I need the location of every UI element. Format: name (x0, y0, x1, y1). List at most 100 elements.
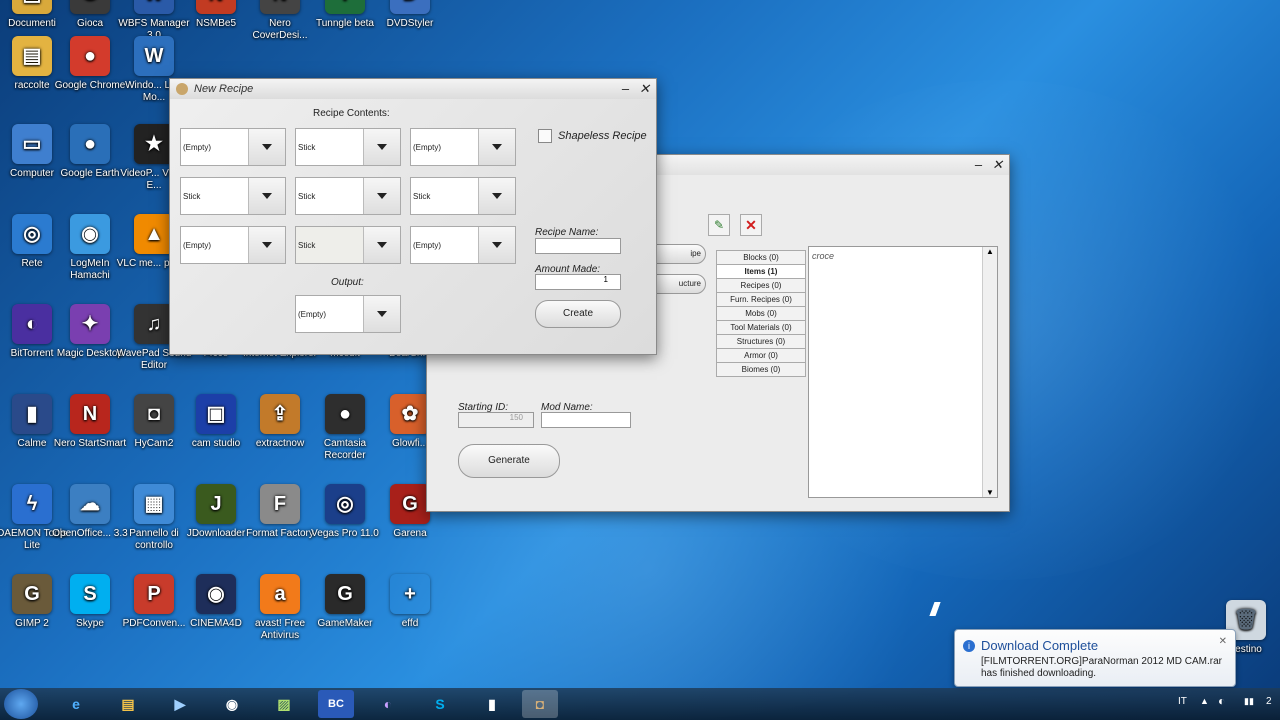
taskbar-bittorrent-icon[interactable]: ◐ (370, 690, 406, 718)
taskbar-app-icon[interactable]: ▮ (474, 690, 510, 718)
chevron-down-icon[interactable] (363, 227, 400, 263)
app-shortcut-icon: D (390, 0, 430, 14)
chevron-down-icon[interactable] (478, 178, 515, 214)
desktop-icon-label: raccolte (14, 80, 50, 91)
tab-armor[interactable]: Armor (0) (716, 348, 806, 362)
tray-up-icon[interactable]: ▲ (1200, 696, 1209, 706)
scroll-down-icon[interactable]: ▼ (983, 488, 997, 497)
desktop-icon-label: Pannello di controllo (129, 528, 179, 551)
taskbar-app-icon[interactable]: ▨ (266, 690, 302, 718)
taskbar-bc-icon[interactable]: BC (318, 690, 354, 718)
chevron-down-icon[interactable] (363, 296, 400, 332)
taskbar-explorer-icon[interactable]: ▤ (110, 690, 146, 718)
slot-value: (Empty) (413, 143, 441, 152)
taskbar-ie-icon[interactable]: e (58, 690, 94, 718)
tab-recipes[interactable]: Recipes (0) (716, 278, 806, 292)
taskbar-media-icon[interactable]: ▶ (162, 690, 198, 718)
grid-slot-7[interactable]: (Empty) (180, 226, 286, 264)
tab-mobs[interactable]: Mobs (0) (716, 306, 806, 320)
chevron-down-icon[interactable] (478, 129, 515, 165)
app-shortcut-icon: ● (70, 124, 110, 164)
notification-title: Download Complete (981, 638, 1099, 653)
recipe-name-label: Recipe Name: (535, 227, 599, 238)
chevron-down-icon[interactable] (363, 129, 400, 165)
taskbar-skype-icon[interactable]: S (422, 690, 458, 718)
chevron-down-icon[interactable] (248, 178, 285, 214)
chevron-down-icon[interactable] (248, 129, 285, 165)
grid-slot-9[interactable]: (Empty) (410, 226, 516, 264)
app-shortcut-icon: ◐ (12, 304, 52, 344)
taskbar-mcreator-icon[interactable]: ◘ (522, 690, 558, 718)
desktop-icon-label: Magic Desktop (56, 348, 124, 359)
output-slot[interactable]: (Empty) (295, 295, 401, 333)
desktop-icon-label: Rete (21, 258, 43, 269)
desktop-icon-label: LogMeIn Hamachi (70, 258, 110, 281)
desktop-icon-label: effd (401, 618, 419, 629)
download-notification[interactable]: i Download Complete ✕ [FILMTORRENT.ORG]P… (954, 629, 1236, 687)
items-list[interactable]: croce ▲ ▼ (808, 246, 998, 498)
grid-slot-4[interactable]: Stick (180, 177, 286, 215)
tab-tool-materials[interactable]: Tool Materials (0) (716, 320, 806, 334)
tab-furn-recipes[interactable]: Furn. Recipes (0) (716, 292, 806, 306)
taskbar-app-icon[interactable]: ◉ (214, 690, 250, 718)
minimize-button[interactable]: – (622, 81, 629, 97)
app-shortcut-icon: N (70, 394, 110, 434)
desktop-icon-label: Nero CoverDesi... (252, 18, 308, 41)
app-shortcut-icon: N (260, 0, 300, 14)
grid-slot-5[interactable]: Stick (295, 177, 401, 215)
desktop-icon-label: Google Chrome (54, 80, 126, 91)
edit-icon[interactable]: ✎ (708, 214, 730, 236)
recipe-contents-label: Recipe Contents: (313, 108, 390, 119)
tray-app-icon[interactable]: ◐ (1218, 694, 1225, 708)
desktop-icon-label: Skype (76, 618, 104, 629)
mod-name-field[interactable] (541, 412, 631, 428)
app-shortcut-icon: ◉ (70, 214, 110, 254)
desktop-icon-label: Documenti (8, 18, 56, 29)
desktop-icon-label: Glowfi... (391, 438, 429, 449)
start-button[interactable] (4, 689, 38, 719)
tab-blocks[interactable]: Blocks (0) (716, 250, 806, 264)
delete-icon[interactable]: ✕ (740, 214, 762, 236)
list-item[interactable]: croce (812, 251, 834, 261)
language-indicator[interactable]: IT (1178, 696, 1187, 707)
desktop-icon-label: HyCam2 (134, 438, 174, 449)
starting-id-field[interactable]: 150 (458, 412, 534, 428)
list-scrollbar[interactable]: ▲ ▼ (982, 247, 997, 497)
tab-structures[interactable]: Structures (0) (716, 334, 806, 348)
desktop-icon-label: Calme (17, 438, 47, 449)
desktop-icon-label: GIMP 2 (15, 618, 49, 629)
grid-slot-3[interactable]: (Empty) (410, 128, 516, 166)
app-shortcut-icon: a (260, 574, 300, 614)
chevron-down-icon[interactable] (363, 178, 400, 214)
chevron-down-icon[interactable] (478, 227, 515, 263)
desktop-icon-label: BitTorrent (10, 348, 54, 359)
shapeless-checkbox[interactable] (538, 129, 552, 143)
amount-stepper[interactable]: 1 (535, 274, 621, 290)
app-shortcut-icon: ▣ (196, 394, 236, 434)
app-shortcut-icon: W (134, 36, 174, 76)
grid-slot-6[interactable]: Stick (410, 177, 516, 215)
network-icon[interactable]: ▮▮ (1244, 696, 1254, 707)
tab-items[interactable]: Items (1) (716, 264, 806, 278)
grid-slot-8[interactable]: Stick (295, 226, 401, 264)
tab-biomes[interactable]: Biomes (0) (716, 362, 806, 377)
slot-value: Stick (413, 192, 431, 201)
generate-label: Generate (488, 455, 530, 466)
desktop-icon-label: extractnow (255, 438, 305, 449)
app-shortcut-icon: ◉ (196, 574, 236, 614)
grid-slot-1[interactable]: (Empty) (180, 128, 286, 166)
minimize-button[interactable]: – (975, 157, 982, 173)
create-button[interactable]: Create (535, 300, 621, 328)
scroll-up-icon[interactable]: ▲ (983, 247, 997, 256)
recipe-name-field[interactable] (535, 238, 621, 254)
desktop-icon-label: Vegas Pro 11.0 (311, 528, 379, 539)
desktop-icon[interactable]: + effd (372, 574, 448, 630)
chevron-down-icon[interactable] (248, 227, 285, 263)
close-button[interactable]: ✕ (992, 157, 1003, 173)
close-icon[interactable]: ✕ (1219, 636, 1227, 647)
desktop-icon[interactable]: D DVDStyler (372, 0, 448, 30)
grid-slot-2[interactable]: Stick (295, 128, 401, 166)
close-button[interactable]: ✕ (639, 81, 650, 97)
generate-button[interactable]: Generate (458, 444, 560, 478)
clock[interactable]: 2 (1266, 696, 1272, 707)
